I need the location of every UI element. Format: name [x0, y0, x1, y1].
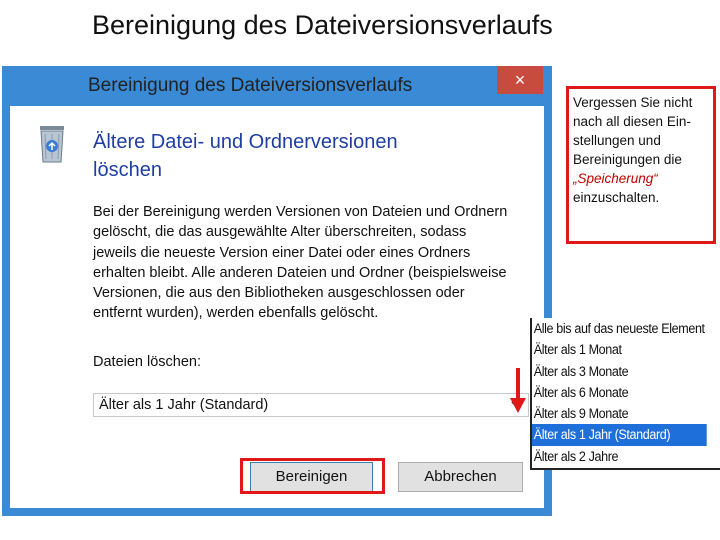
list-item-selected[interactable]: Älter als 1 Jahr (Standard)	[530, 424, 707, 446]
close-button[interactable]: ×	[497, 66, 543, 94]
age-options-list: Alle bis auf das neueste Element Älter a…	[530, 318, 720, 470]
list-border	[530, 318, 532, 470]
recycle-bin-icon	[40, 126, 64, 163]
dialog-description: Bei der Bereinigung werden Versionen von…	[93, 204, 508, 322]
note-text-end: einzuschalten.	[573, 190, 660, 205]
cancel-button[interactable]: Abbrechen	[398, 462, 523, 492]
heading-line-2: löschen	[93, 159, 162, 181]
cleanup-dialog: Bereinigung des Dateiversionsverlaufs × …	[2, 66, 552, 516]
delete-files-label: Dateien löschen:	[93, 354, 202, 370]
age-select[interactable]: Älter als 1 Jahr (Standard)	[93, 393, 529, 417]
dialog-title: Bereinigung des Dateiversionsverlaufs	[88, 75, 413, 96]
list-item[interactable]: Älter als 6 Monate	[530, 382, 707, 403]
list-item[interactable]: Älter als 2 Jahre	[530, 446, 707, 467]
note-box: Vergessen Sie nicht nach all diesen Ein-…	[566, 86, 716, 244]
age-select-value: Älter als 1 Jahr (Standard)	[99, 397, 269, 413]
list-item[interactable]: Alle bis auf das neueste Element	[530, 318, 707, 339]
dialog-client-area: Ältere Datei- und Ordnerversionen lösche…	[10, 106, 544, 508]
cleanup-button-highlight	[240, 458, 385, 494]
heading-line-1: Ältere Datei- und Ordnerversionen	[93, 131, 398, 153]
note-text: Vergessen Sie nicht nach all diesen Ein-…	[573, 95, 693, 167]
slide-title: Bereinigung des Dateiversionsverlaufs	[92, 10, 553, 40]
list-item[interactable]: Älter als 1 Monat	[530, 339, 707, 360]
dialog-heading: Ältere Datei- und Ordnerversionen lösche…	[93, 128, 473, 184]
list-border	[530, 468, 720, 470]
red-arrow-icon	[510, 368, 526, 413]
list-item[interactable]: Älter als 3 Monate	[530, 361, 707, 382]
dialog-titlebar[interactable]: Bereinigung des Dateiversionsverlaufs ×	[2, 66, 552, 106]
list-item[interactable]: Älter als 9 Monate	[530, 403, 707, 424]
note-emphasis: „Speicherung“	[573, 171, 658, 186]
